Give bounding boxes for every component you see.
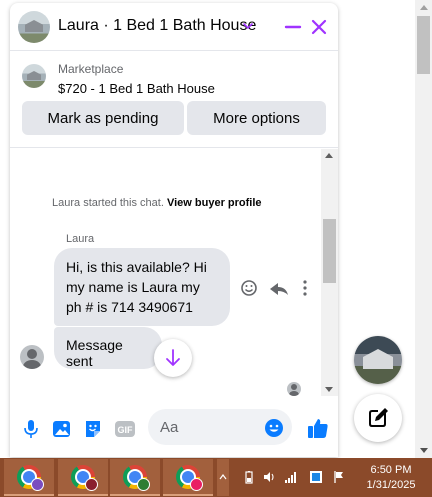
profile-badge-icon: [190, 478, 203, 491]
page-scrollbar-thumb[interactable]: [417, 16, 430, 74]
clock-date: 1/31/2025: [366, 479, 416, 491]
gif-icon[interactable]: GIF: [114, 418, 136, 440]
arrow-down-icon: [166, 349, 180, 366]
taskbar-overflow-button[interactable]: [217, 459, 229, 496]
outgoing-message[interactable]: Message sent: [54, 327, 162, 369]
composer: GIF: [10, 401, 338, 457]
chat-head-avatar[interactable]: [354, 336, 402, 384]
message-actions: [241, 280, 307, 296]
taskbar: 6:50 PM 1/31/2025: [0, 458, 432, 497]
battery-icon[interactable]: [242, 470, 256, 484]
chat-title[interactable]: Laura · 1 Bed 1 Bath House: [58, 17, 256, 35]
sticker-icon[interactable]: [82, 418, 104, 440]
listing-title[interactable]: $720 - 1 Bed 1 Bath House: [58, 81, 215, 96]
chevron-down-icon[interactable]: [241, 19, 255, 33]
more-options-button[interactable]: More options: [187, 101, 326, 135]
marketplace-panel: Marketplace $720 - 1 Bed 1 Bath House Ma…: [10, 52, 338, 148]
svg-text:GIF: GIF: [118, 425, 134, 435]
input-method-icon[interactable]: [309, 470, 323, 484]
profile-badge-icon: [137, 478, 150, 491]
taskbar-chrome-4[interactable]: [163, 459, 213, 496]
emoji-icon[interactable]: [264, 418, 284, 438]
view-buyer-profile-link[interactable]: View buyer profile: [167, 197, 262, 209]
notification-flag-icon[interactable]: [332, 470, 346, 484]
sender-avatar: [20, 345, 44, 369]
contact-avatar[interactable]: [18, 11, 50, 43]
incoming-message[interactable]: Hi, is this available? Hi my name is Lau…: [54, 248, 230, 326]
like-icon[interactable]: [306, 416, 330, 440]
chat-started-notice: Laura started this chat. View buyer prof…: [52, 197, 262, 209]
chat-started-text: Laura started this chat.: [52, 197, 164, 209]
chat-header[interactable]: Laura · 1 Bed 1 Bath House: [10, 3, 338, 51]
marketplace-label: Marketplace: [58, 62, 124, 76]
jump-to-latest-button[interactable]: [154, 339, 192, 377]
minimize-icon[interactable]: [282, 16, 304, 38]
microphone-icon[interactable]: [20, 418, 42, 440]
seen-avatar: [287, 382, 301, 396]
scroll-up-icon[interactable]: [325, 153, 333, 158]
sender-name: Laura: [66, 233, 95, 245]
new-message-button[interactable]: [354, 394, 402, 442]
taskbar-chrome-1[interactable]: [4, 459, 54, 496]
close-icon[interactable]: [308, 16, 330, 38]
compose-icon: [369, 408, 388, 427]
photo-icon[interactable]: [51, 418, 73, 440]
taskbar-clock[interactable]: 6:50 PM 1/31/2025: [358, 463, 424, 493]
profile-badge-icon: [85, 478, 98, 491]
reply-icon[interactable]: [270, 283, 288, 295]
react-icon[interactable]: [241, 280, 257, 296]
more-icon[interactable]: [303, 280, 307, 296]
page: Laura · 1 Bed 1 Bath House Marketplace $…: [0, 0, 432, 497]
profile-badge-icon: [31, 478, 44, 491]
chat-window: Laura · 1 Bed 1 Bath House Marketplace $…: [10, 3, 338, 457]
page-scroll-up-icon[interactable]: [420, 5, 428, 10]
page-scrollbar[interactable]: [415, 0, 432, 458]
mark-as-pending-button[interactable]: Mark as pending: [22, 101, 184, 135]
scroll-down-icon[interactable]: [325, 387, 333, 392]
message-scrollbar[interactable]: [321, 149, 338, 396]
page-scroll-down-icon[interactable]: [420, 448, 428, 453]
listing-thumbnail[interactable]: [22, 64, 46, 88]
taskbar-chrome-3[interactable]: [110, 459, 160, 496]
signal-icon[interactable]: [284, 470, 298, 484]
speaker-icon[interactable]: [262, 470, 276, 484]
message-list[interactable]: Laura started this chat. View buyer prof…: [10, 149, 338, 396]
scrollbar-thumb[interactable]: [323, 219, 336, 283]
taskbar-chrome-2[interactable]: [58, 459, 108, 496]
clock-time: 6:50 PM: [370, 464, 412, 476]
chevron-up-icon: [219, 474, 227, 480]
